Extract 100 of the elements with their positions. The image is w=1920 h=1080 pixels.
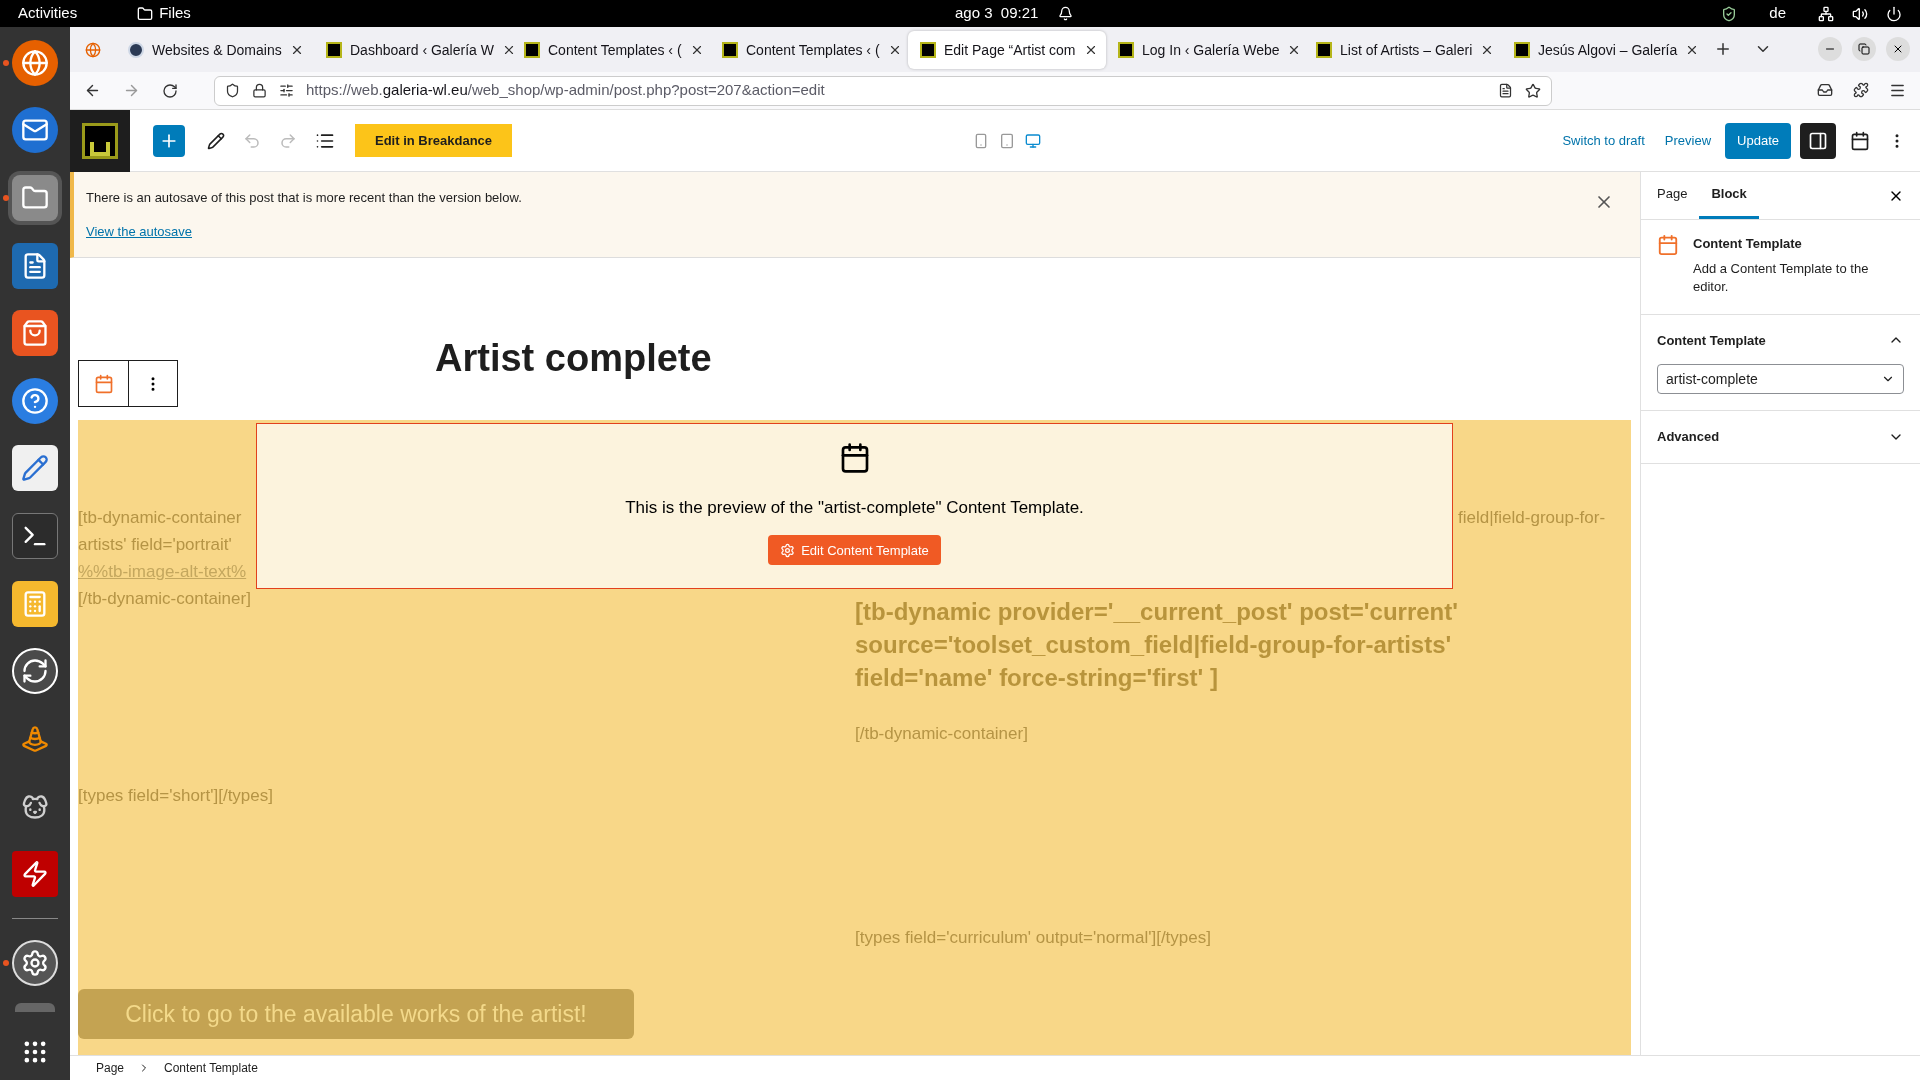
notice-message: There is an autosave of this post that is more recent than the version below. bbox=[86, 189, 522, 207]
tab-title: Content Templates ‹ ( bbox=[548, 40, 682, 60]
browser-tab[interactable]: Log In ‹ Galería Webe bbox=[1106, 31, 1304, 69]
page-title[interactable]: Artist complete bbox=[435, 336, 1640, 380]
bookmark-star-icon[interactable] bbox=[1525, 82, 1541, 99]
tab-title: Edit Page “Artist com bbox=[944, 40, 1076, 60]
clock[interactable]: ago 3 09:21 bbox=[955, 2, 1039, 25]
store-icon[interactable] bbox=[12, 310, 58, 357]
preview-message: This is the preview of the "artist-complete" Content Template. bbox=[625, 497, 1084, 519]
terminal-icon[interactable] bbox=[12, 513, 58, 560]
pencil-icon[interactable] bbox=[12, 445, 58, 492]
lightning-icon[interactable] bbox=[12, 851, 58, 898]
preview-link[interactable]: Preview bbox=[1664, 130, 1712, 151]
sidebar-tab[interactable]: Page bbox=[1645, 172, 1700, 219]
calendar-icon bbox=[1657, 234, 1679, 256]
template-select[interactable]: artist-complete bbox=[1657, 364, 1904, 394]
tablet-preview-icon[interactable] bbox=[999, 132, 1016, 149]
browser-tab[interactable]: List of Artists – Galeri bbox=[1304, 31, 1502, 69]
site-icon bbox=[1118, 42, 1134, 58]
shortcode-text: [/tb-dynamic-container] bbox=[78, 588, 251, 610]
block-description: Add a Content Template to the editor. bbox=[1693, 259, 1870, 296]
sidebar-tab[interactable]: Block bbox=[1699, 172, 1759, 219]
shortcode-text: [tb-dynamic-container bbox=[78, 507, 242, 529]
volume-icon[interactable] bbox=[1852, 5, 1868, 22]
site-icon bbox=[326, 42, 342, 58]
edit-in-breakdance-button[interactable]: Edit in Breakdance bbox=[355, 124, 513, 157]
browser-tab[interactable]: Dashboard ‹ Galería W bbox=[314, 31, 512, 69]
close-icon bbox=[1892, 43, 1904, 55]
gear-icon bbox=[780, 542, 796, 558]
tab-title: List of Artists – Galeri bbox=[1340, 40, 1473, 60]
update-button[interactable]: Update bbox=[1725, 122, 1791, 159]
minimize-button[interactable] bbox=[1818, 37, 1842, 61]
tab-title: Log In ‹ Galería Webe bbox=[1142, 40, 1280, 60]
settings-toggle[interactable] bbox=[1800, 122, 1836, 159]
url-text: https://web.galeria-wl.eu/web_shop/wp-admin/post.php?post=207&action=edit bbox=[306, 80, 825, 101]
mail-icon[interactable] bbox=[12, 107, 58, 154]
site-icon bbox=[1514, 42, 1530, 58]
round-site-icon bbox=[128, 42, 144, 58]
view-autosave-link[interactable]: View the autosave bbox=[86, 221, 522, 241]
inbox-icon[interactable] bbox=[1817, 82, 1833, 98]
power-icon[interactable] bbox=[1886, 5, 1902, 22]
block-title: Content Template bbox=[1693, 235, 1803, 253]
tab-title: Jesús Algovi – Galería bbox=[1538, 40, 1678, 60]
browser-icon[interactable] bbox=[12, 39, 58, 86]
site-logo[interactable] bbox=[70, 109, 130, 172]
activities-button[interactable]: Activities bbox=[18, 2, 78, 25]
browser-tab[interactable]: Edit Page “Artist com bbox=[908, 31, 1106, 69]
tab-title: Dashboard ‹ Galería W bbox=[350, 40, 494, 60]
browser-tab[interactable]: Content Templates ‹ ( bbox=[512, 31, 710, 69]
maximize-button[interactable] bbox=[1852, 37, 1876, 61]
breadcrumb-item[interactable]: Content Template bbox=[164, 1059, 258, 1077]
keyboard-layout[interactable]: de bbox=[1769, 2, 1786, 25]
help-icon[interactable] bbox=[12, 377, 58, 424]
site-icon bbox=[920, 42, 936, 58]
menu-icon[interactable] bbox=[1889, 82, 1906, 99]
breadcrumb-item[interactable]: Page bbox=[96, 1059, 125, 1077]
shortcode-text: [types field='curriculum' output='normal'][/types] bbox=[855, 927, 1212, 949]
new-tab-icon[interactable] bbox=[1714, 40, 1732, 58]
shortcode-text: field|field-group-for- bbox=[1458, 507, 1606, 529]
close-button[interactable] bbox=[1886, 37, 1910, 61]
desktop-preview-icon[interactable] bbox=[1025, 132, 1042, 149]
shortcode-text: artists' field='portrait' bbox=[78, 534, 232, 556]
tab-title: Content Templates ‹ ( bbox=[746, 40, 880, 60]
pencil-icon[interactable] bbox=[207, 131, 225, 150]
browser-tab[interactable]: Jesús Algovi – Galería bbox=[1502, 31, 1700, 69]
shield-icon[interactable] bbox=[1721, 5, 1738, 22]
shield-icon[interactable] bbox=[225, 83, 240, 98]
settings-icon[interactable] bbox=[12, 939, 58, 986]
browser-tab[interactable]: Content Templates ‹ ( bbox=[710, 31, 908, 69]
reload-icon[interactable] bbox=[162, 82, 178, 99]
back-icon[interactable] bbox=[84, 82, 101, 99]
shortcode-text: [/tb-dynamic-container] bbox=[855, 723, 1029, 745]
shortcode-text: [types field='short'][/types] bbox=[78, 785, 273, 807]
app-name[interactable]: Files bbox=[159, 2, 191, 25]
permissions-icon[interactable] bbox=[279, 83, 294, 98]
bell-icon bbox=[1058, 6, 1074, 21]
folder-icon bbox=[137, 5, 154, 22]
site-icon bbox=[1316, 42, 1332, 58]
extensions-icon[interactable] bbox=[1853, 82, 1869, 98]
switch-to-draft-link[interactable]: Switch to draft bbox=[1562, 130, 1645, 151]
document-icon[interactable] bbox=[12, 242, 58, 289]
dock-handle bbox=[15, 1002, 55, 1013]
reader-view-icon[interactable] bbox=[1498, 83, 1513, 98]
calculator-icon[interactable] bbox=[12, 580, 58, 627]
panel-header[interactable]: Content Template bbox=[1657, 330, 1904, 350]
lock-icon[interactable] bbox=[252, 83, 267, 98]
network-icon[interactable] bbox=[1818, 5, 1834, 22]
forward-icon[interactable] bbox=[123, 82, 140, 99]
add-block-button[interactable] bbox=[153, 124, 185, 157]
site-icon bbox=[524, 42, 540, 58]
site-icon bbox=[722, 42, 738, 58]
artist-name-heading: [tb-dynamic provider='__current_post' post='current' source='toolset_custom_field|field-group-for-artists' field='name' force-string='first' ] bbox=[855, 597, 1459, 693]
updater-icon[interactable] bbox=[12, 648, 58, 695]
tab-title: Websites & Domains bbox=[152, 40, 282, 60]
panel-header[interactable]: Advanced bbox=[1657, 427, 1904, 447]
calendar-icon[interactable] bbox=[93, 373, 114, 394]
restore-icon bbox=[1858, 43, 1870, 55]
sidebar-icon bbox=[1808, 130, 1828, 151]
browser-tab[interactable]: Websites & Domains bbox=[116, 31, 314, 69]
address-bar[interactable]: https://web.galeria-wl.eu/web_shop/wp-admin/post.php?post=207&action=edit bbox=[214, 75, 1552, 106]
